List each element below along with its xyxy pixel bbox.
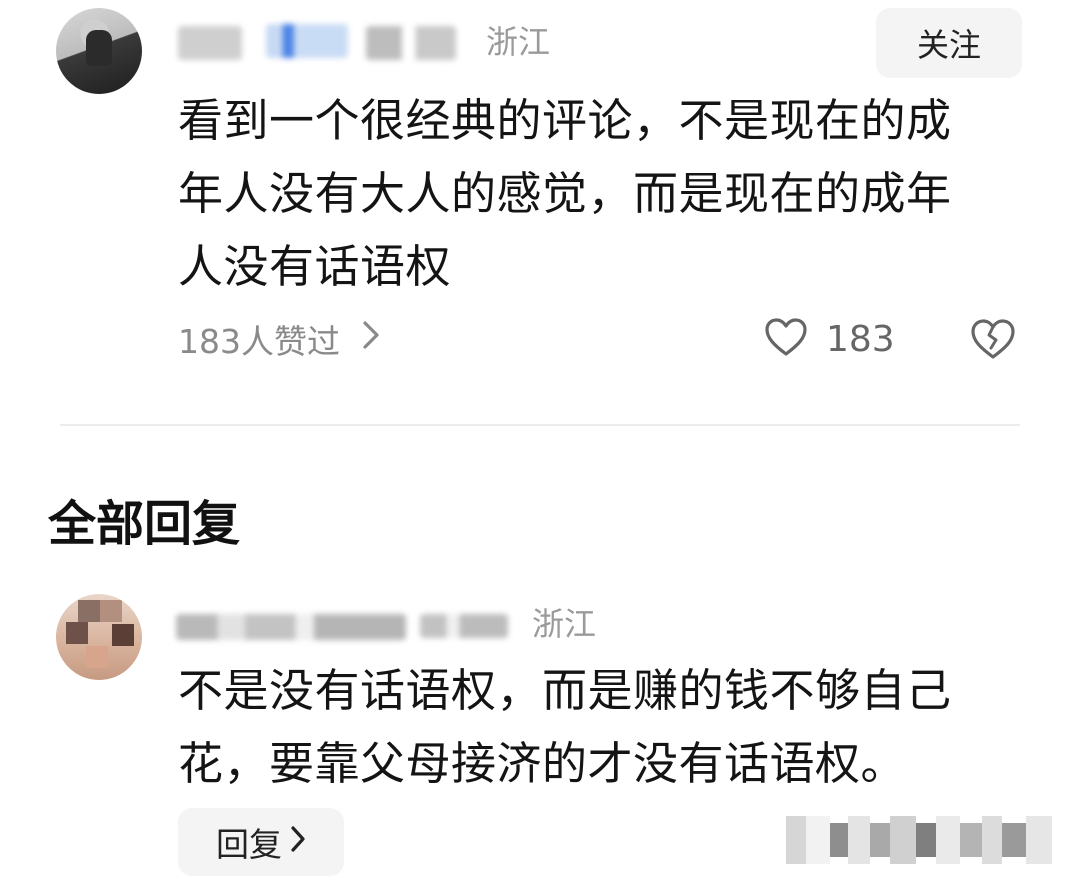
chevron-right-icon [362,319,380,359]
username-redacted[interactable] [178,26,242,60]
like-count: 183 [826,318,895,360]
redaction-block [848,816,870,864]
redaction-block [916,823,936,857]
follow-button[interactable]: 关注 [876,8,1022,78]
avatar-pixel [66,622,88,644]
likes-summary-text: 183人赞过 [178,322,340,361]
avatar-pixel [100,600,122,622]
comment-line: 看到一个很经典的评论，不是现在的成 [178,94,952,147]
redaction-block [786,816,806,864]
username-redacted-2 [266,24,348,58]
reply-text: 不是没有话语权，而是赚的钱不够自己 花，要靠父母接济的才没有话语权。 [178,654,1008,800]
avatar-figure [86,30,112,66]
avatar-pixel [78,600,100,622]
redaction-block [1026,816,1052,864]
like-button[interactable]: 183 [764,314,895,364]
redaction-block [870,823,890,857]
redacted-actions [786,816,1062,864]
location-label: 浙江 [486,23,551,61]
comment-text: 看到一个很经典的评论，不是现在的成 年人没有大人的感觉，而是现在的成年 人没有话… [178,84,1008,303]
chevron-right-icon [290,823,306,861]
comment-line: 人没有话语权 [178,240,452,293]
divider [60,424,1020,426]
reply-button[interactable]: 回复 [178,808,344,876]
reply-line: 不是没有话语权，而是赚的钱不够自己 [178,664,952,717]
heart-outline-icon [764,317,808,361]
avatar-pixel [112,624,134,646]
reply-location-label: 浙江 [532,605,597,643]
redaction-block [982,816,1002,864]
avatar[interactable] [56,8,142,94]
reply-line: 花，要靠父母接济的才没有话语权。 [178,737,907,790]
redaction-block [890,816,916,864]
redaction-block [830,823,848,857]
reply-avatar[interactable] [56,594,142,680]
username-redacted-3 [366,26,456,60]
broken-heart-icon [971,319,1015,359]
redaction-block [806,816,830,864]
comment-line: 年人没有大人的感觉，而是现在的成年 [178,167,952,220]
reply-button-label: 回复 [216,825,282,864]
redaction-block [936,816,960,864]
redaction-block [1002,823,1026,857]
comment-detail-page: 浙江 关注 看到一个很经典的评论，不是现在的成 年人没有大人的感觉，而是现在的成… [0,0,1080,876]
section-title: 全部回复 [48,496,241,552]
reply-username-redacted-2 [420,614,508,638]
reply-username-redacted[interactable] [176,614,406,640]
dislike-button[interactable] [970,316,1016,362]
likes-summary-link[interactable]: 183人赞过 [178,314,380,364]
redaction-block [960,823,982,857]
avatar-pixel [86,646,108,668]
